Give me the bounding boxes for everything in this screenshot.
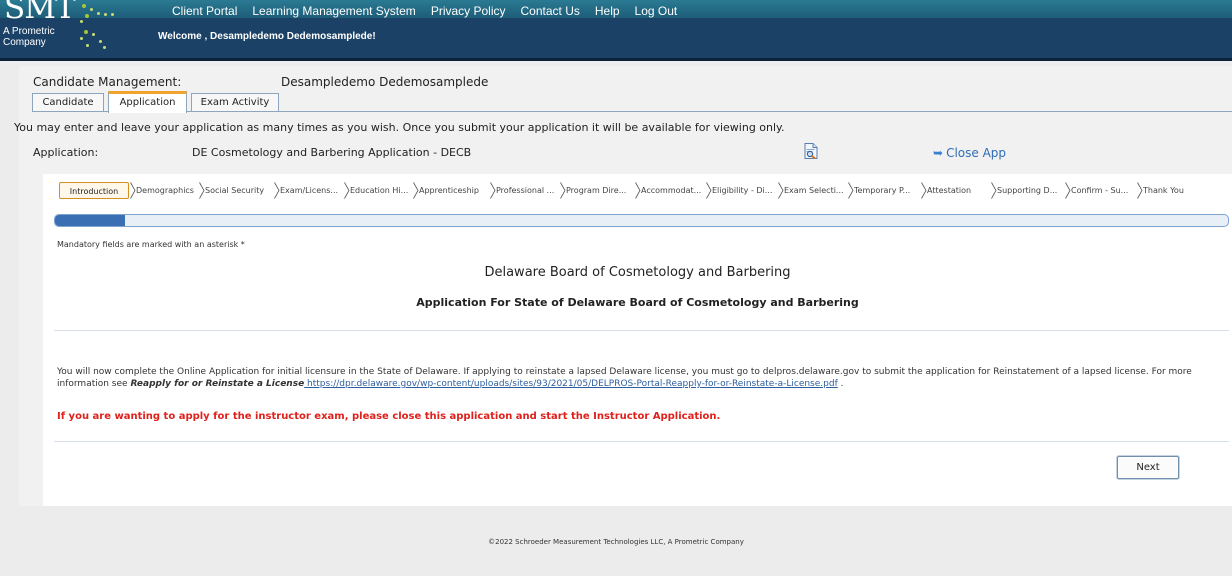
board-subtitle: Application For State of Delaware Board … — [416, 296, 859, 309]
application-progress-bar — [54, 214, 1229, 227]
application-label: Application: — [33, 146, 99, 159]
step-confirm-su[interactable]: Confirm - Su... — [1070, 182, 1137, 199]
application-name: DE Cosmetology and Barbering Application… — [192, 146, 472, 159]
section-divider — [54, 441, 1229, 442]
step-exam-selecti[interactable]: Exam Selecti... — [783, 182, 848, 199]
step-exam-licens[interactable]: Exam/Licens... — [279, 182, 344, 199]
step-introduction[interactable]: Introduction — [59, 182, 129, 199]
step-social-security[interactable]: Social Security — [204, 182, 274, 199]
next-button[interactable]: Next — [1117, 456, 1179, 479]
tab-candidate[interactable]: Candidate — [32, 93, 104, 111]
application-notice: You may enter and leave your application… — [14, 121, 785, 134]
step-apprenticeship[interactable]: Apprenticeship — [418, 182, 490, 199]
nav-privacy-policy[interactable]: Privacy Policy — [431, 4, 506, 18]
candidate-name: Desampledemo Dedemosamplede — [281, 75, 489, 89]
reinstate-pdf-link[interactable]: https://dpr.delaware.gov/wp-content/uplo… — [304, 379, 838, 389]
step-attestation[interactable]: Attestation — [926, 182, 991, 199]
step-navigation: Introduction Demographics Social Security E… — [59, 182, 1229, 200]
candidate-management-label: Candidate Management: — [33, 75, 182, 89]
nav-help[interactable]: Help — [595, 4, 620, 18]
application-content: Introduction Demographics Social Security E… — [43, 174, 1232, 506]
welcome-message: Welcome , Desampledemo Dedemosamplede! — [158, 31, 376, 42]
close-app-link[interactable]: ➥ Close App — [933, 146, 1006, 160]
step-professional[interactable]: Professional ... — [495, 182, 560, 199]
tab-application[interactable]: Application — [108, 91, 187, 113]
intro-bold-link-text: Reapply for or Reinstate a License — [130, 379, 305, 389]
intro-end: . — [837, 379, 844, 389]
footer-copyright: ©2022 Schroeder Measurement Technologies… — [488, 538, 744, 546]
tab-baseline — [32, 111, 1232, 112]
step-thank-you[interactable]: Thank You — [1142, 182, 1195, 199]
step-accommodat[interactable]: Accommodat... — [640, 182, 706, 199]
board-title: Delaware Board of Cosmetology and Barber… — [484, 265, 791, 280]
instructor-warning: If you are wanting to apply for the inst… — [57, 411, 721, 422]
progress-fill — [55, 215, 126, 226]
step-eligibility-di[interactable]: Eligibility - Di... — [711, 182, 778, 199]
document-preview-icon[interactable] — [804, 143, 818, 159]
nav-contact-us[interactable]: Contact Us — [521, 4, 580, 18]
tab-exam-activity[interactable]: Exam Activity — [191, 93, 279, 111]
step-demographics[interactable]: Demographics — [135, 182, 199, 199]
logo-subtitle: A Prometric Company — [3, 26, 55, 48]
section-divider — [54, 330, 1229, 331]
redirect-arrow-icon: ➥ — [933, 146, 944, 160]
nav-client-portal[interactable]: Client Portal — [172, 4, 237, 18]
step-program-dire[interactable]: Program Dire... — [565, 182, 635, 199]
step-temporary-p[interactable]: Temporary P... — [853, 182, 921, 199]
header-rule — [0, 58, 1232, 61]
step-education-hi[interactable]: Education Hi... — [349, 182, 413, 199]
smt-logo: SMT — [4, 0, 76, 26]
close-app-label: Close App — [946, 146, 1007, 160]
step-supporting-d[interactable]: Supporting D... — [996, 182, 1065, 199]
mandatory-fields-note: Mandatory fields are marked with an aste… — [57, 240, 245, 249]
nav-learning-management-system[interactable]: Learning Management System — [252, 4, 415, 18]
main-panel: Candidate Management: Desampledemo Dedem… — [14, 66, 1232, 506]
intro-paragraph: You will now complete the Online Applica… — [57, 366, 1225, 390]
site-header: SMT A Prometric Company Client Portal Le… — [0, 0, 1232, 64]
nav-log-out[interactable]: Log Out — [635, 4, 678, 18]
tab-bar: Candidate Application Exam Activity — [32, 91, 1232, 113]
top-nav: Client Portal Learning Management System… — [172, 4, 677, 18]
